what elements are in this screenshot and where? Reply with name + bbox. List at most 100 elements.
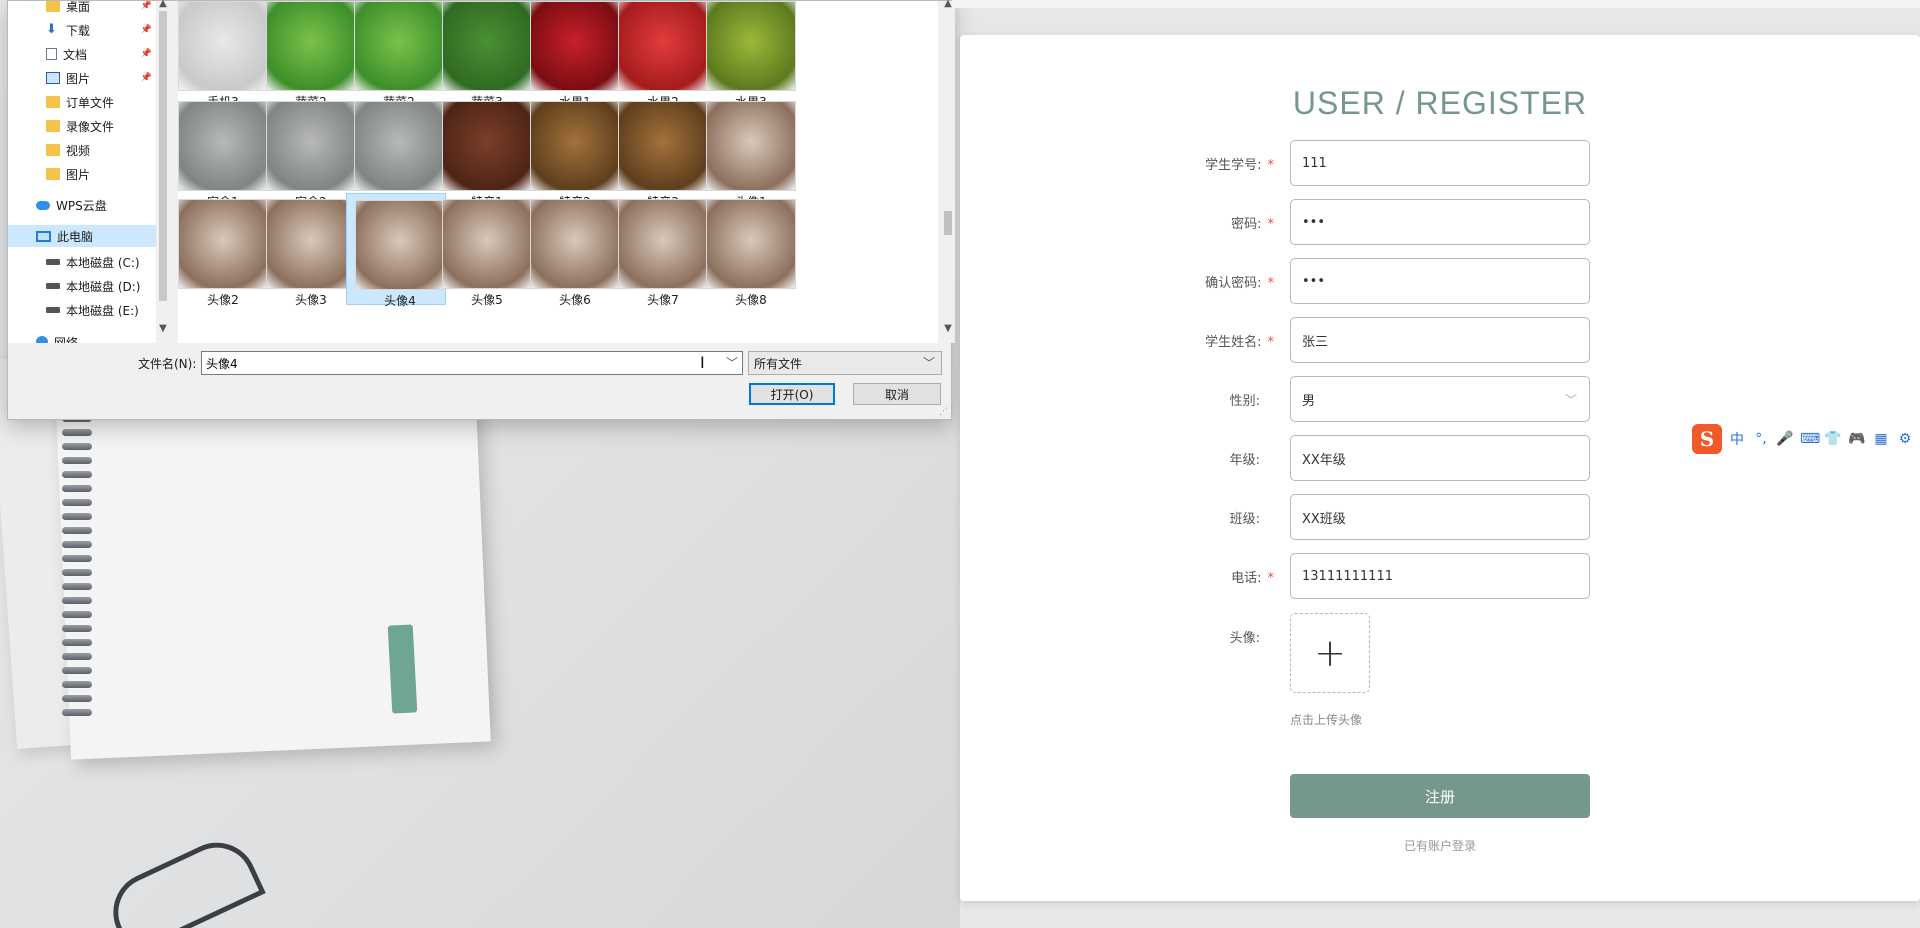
toolbox-icon[interactable]: ▦ <box>1872 431 1890 447</box>
scrollbar-thumb[interactable] <box>159 11 167 301</box>
file-tile[interactable]: 水果2 <box>610 1 710 109</box>
gender-select[interactable]: 男 ﹀ <box>1290 376 1590 422</box>
file-tile[interactable]: 特产2 <box>522 95 622 209</box>
file-tile[interactable]: 头像4 <box>346 193 446 308</box>
file-tile[interactable]: 头像3 <box>258 193 358 307</box>
file-tile[interactable]: 头像2 <box>178 193 270 307</box>
filename-input[interactable]: 头像4 ﹀ <box>201 351 743 375</box>
file-tile[interactable]: 头像8 <box>698 193 798 307</box>
text-cursor-icon: I <box>700 353 705 372</box>
settings-icon[interactable]: ⚙ <box>1896 431 1914 447</box>
field-label: 学生学号: * <box>1205 154 1274 173</box>
form-input[interactable]: XX年级 <box>1290 435 1590 481</box>
form-row: 密码: * ••• <box>960 199 1920 245</box>
file-tile[interactable]: 蔬菜2 <box>258 1 358 109</box>
nav-item[interactable]: 本地磁盘 (E:) <box>8 299 156 321</box>
sogou-logo-icon[interactable]: S <box>1692 424 1722 454</box>
form-input[interactable]: ••• <box>1290 258 1590 304</box>
scrollbar-thumb[interactable] <box>944 211 952 235</box>
filetype-select[interactable]: 所有文件 ﹀ <box>748 351 942 375</box>
field-label-text: 班级: <box>1229 512 1260 527</box>
nav-item[interactable]: 图片 <box>8 163 156 185</box>
register-button[interactable]: 注册 <box>1290 774 1590 818</box>
nav-item[interactable]: 本地磁盘 (D:) <box>8 275 156 297</box>
field-label: 班级: <box>1230 508 1260 527</box>
required-asterisk: * <box>1267 276 1275 291</box>
file-tile[interactable]: 头像6 <box>522 193 622 307</box>
disk-icon <box>46 307 60 313</box>
file-list-scrollbar[interactable]: ▲ ▼ <box>941 0 955 343</box>
field-value: XX班级 <box>1302 511 1346 527</box>
file-tile[interactable]: 蔬菜2 <box>346 1 446 109</box>
cancel-button[interactable]: 取消 <box>853 383 941 405</box>
file-tile[interactable]: 宿舍2 <box>258 95 358 209</box>
scroll-down-icon[interactable]: ▼ <box>941 323 955 334</box>
avatar-icon <box>706 101 796 191</box>
form-row: 班级: XX班级 <box>960 494 1920 540</box>
nav-item[interactable]: 桌面 📌 <box>8 1 156 17</box>
login-link[interactable]: 已有账户登录 <box>960 837 1920 854</box>
network-icon <box>36 336 48 343</box>
resize-grip-icon[interactable]: ⋰ <box>939 407 949 417</box>
field-value: 111 <box>1302 155 1327 171</box>
file-tile[interactable]: 蔬菜3 <box>434 1 534 109</box>
nav-item[interactable]: 图片 📌 <box>8 67 156 89</box>
register-card: USER / REGISTER 学生学号: * 111 密码: * ••• 确认密码: * ••… <box>960 35 1920 901</box>
nav-item[interactable]: WPS云盘 <box>8 194 156 216</box>
form-input[interactable]: 111 <box>1290 140 1590 186</box>
scroll-up-icon[interactable]: ▲ <box>156 0 170 9</box>
file-tile[interactable]: 特产3 <box>610 95 710 209</box>
game-icon[interactable]: 🎮 <box>1848 431 1866 447</box>
avatar-icon <box>266 199 356 289</box>
chinese-mode-icon[interactable]: 中 <box>1728 429 1746 449</box>
nav-item[interactable]: 订单文件 <box>8 91 156 113</box>
file-tile[interactable]: 水果3 <box>698 1 798 109</box>
avatar-upload-button[interactable]: + <box>1290 613 1370 693</box>
field-label-text: 年级: <box>1229 453 1260 468</box>
keyboard-icon[interactable]: ⌨ <box>1800 431 1820 447</box>
disk-icon <box>46 259 60 265</box>
page-title: USER / REGISTER <box>1292 85 1588 121</box>
snack-icon <box>618 101 708 191</box>
field-value: ••• <box>1302 214 1326 230</box>
form-input[interactable]: ••• <box>1290 199 1590 245</box>
nav-item-label: 本地磁盘 (C:) <box>66 255 140 270</box>
nav-item[interactable]: 视频 <box>8 139 156 161</box>
file-tile[interactable]: 头像7 <box>610 193 710 307</box>
file-tile[interactable]: 水果1 <box>522 1 622 109</box>
form-input[interactable]: XX班级 <box>1290 494 1590 540</box>
nav-item[interactable]: 文档 📌 <box>8 43 156 65</box>
cloud-icon <box>36 200 50 210</box>
file-tile[interactable]: 特产1 <box>434 95 534 209</box>
microphone-icon[interactable]: 🎤 <box>1776 431 1794 447</box>
punctuation-icon[interactable]: °, <box>1752 431 1770 447</box>
field-label-text: 密码: <box>1231 217 1262 232</box>
file-tile[interactable]: 手机3 <box>178 1 270 109</box>
form-row: 电话: * 13111111111 <box>960 553 1920 599</box>
field-label-text: 确认密码: <box>1205 276 1262 291</box>
form-input[interactable]: 张三 <box>1290 317 1590 363</box>
vegetable-icon <box>354 1 444 91</box>
navigation-scrollbar[interactable]: ▲ ▼ <box>156 0 170 343</box>
field-label-text: 学生学号: <box>1205 158 1262 173</box>
nav-item[interactable]: 网络 <box>8 331 156 343</box>
browser-topbar <box>952 0 1920 8</box>
file-tile[interactable]: 宿舍1 <box>178 95 270 209</box>
download-icon: ⬇ <box>46 22 57 37</box>
file-tile[interactable]: 头像1 <box>698 95 798 209</box>
upload-hint: 点击上传头像 <box>1290 713 1363 727</box>
chevron-down-icon[interactable]: ﹀ <box>726 354 738 371</box>
file-tile[interactable]: 头像5 <box>434 193 534 307</box>
nav-item[interactable]: 本地磁盘 (C:) <box>8 251 156 273</box>
skin-icon[interactable]: 👕 <box>1824 431 1842 447</box>
field-label: 密码: * <box>1231 213 1274 232</box>
nav-item[interactable]: ⬇ 下载 📌 <box>8 19 156 41</box>
open-button[interactable]: 打开(O) <box>749 383 835 405</box>
form-input[interactable]: 13111111111 <box>1290 553 1590 599</box>
scroll-down-icon[interactable]: ▼ <box>156 323 170 334</box>
avatar-icon <box>178 199 268 289</box>
avatar-row: 头像: + <box>960 613 1920 693</box>
file-tile[interactable]: 宿舍3 <box>346 95 446 209</box>
nav-item[interactable]: 录像文件 <box>8 115 156 137</box>
nav-item[interactable]: 此电脑 <box>8 225 156 247</box>
